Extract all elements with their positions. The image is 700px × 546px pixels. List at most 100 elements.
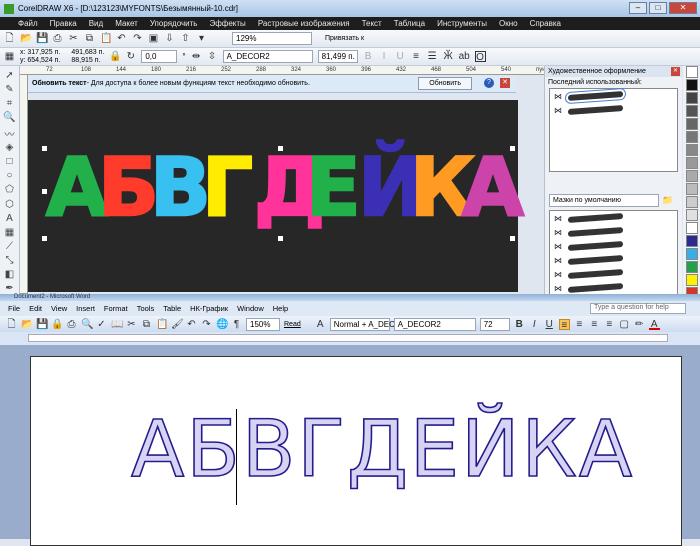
dimension-tool-icon[interactable]: ⟋ bbox=[6, 241, 13, 252]
word-menu-item[interactable]: Format bbox=[104, 304, 128, 313]
font-size-select[interactable]: 81,499 п. bbox=[317, 50, 358, 63]
cut-icon[interactable]: ✂ bbox=[68, 33, 79, 44]
open-icon[interactable]: 📂 bbox=[20, 33, 32, 44]
close-docker-icon[interactable]: ✕ bbox=[671, 67, 680, 76]
help-search-input[interactable]: Type a question for help bbox=[590, 303, 686, 314]
recent-strokes-list[interactable]: ⋈ ⋈ bbox=[549, 86, 678, 172]
color-swatch[interactable] bbox=[685, 170, 698, 182]
bold-button[interactable]: B bbox=[514, 319, 525, 330]
align-left-icon[interactable]: ≡ bbox=[558, 318, 570, 331]
selection-handle[interactable] bbox=[42, 236, 47, 241]
show-formatting-icon[interactable]: ¶ bbox=[231, 319, 242, 330]
word-size-select[interactable]: 72 bbox=[479, 317, 510, 331]
stroke-item[interactable]: ⋈ bbox=[550, 211, 677, 225]
new-icon[interactable]: 🗋 bbox=[4, 33, 15, 44]
permission-icon[interactable]: 🔒 bbox=[51, 319, 63, 330]
color-swatch[interactable] bbox=[685, 66, 698, 78]
color-swatch[interactable] bbox=[685, 183, 698, 195]
drawing-canvas[interactable]: ✕ АБВГДЕЙКА bbox=[28, 100, 525, 292]
highlight-icon[interactable]: ✏ bbox=[634, 319, 645, 330]
word-ruler[interactable] bbox=[0, 332, 700, 345]
open-icon[interactable]: 📂 bbox=[21, 319, 33, 330]
corel-menu-item[interactable]: Файл bbox=[18, 19, 38, 28]
freehand-tool-icon[interactable]: 〰 bbox=[5, 126, 15, 141]
print-preview-icon[interactable]: 🔍 bbox=[81, 319, 93, 330]
corel-menu-item[interactable]: Таблица bbox=[394, 19, 425, 28]
table-tool-icon[interactable]: ▦ bbox=[5, 227, 14, 238]
brush-preset-select[interactable]: Мазки по умолчанию bbox=[549, 194, 659, 207]
paste-icon[interactable]: 📋 bbox=[156, 319, 168, 330]
word-menu-item[interactable]: НК-График bbox=[190, 304, 228, 313]
text-properties-icon[interactable]: Ӂ bbox=[443, 51, 454, 62]
selection-handle[interactable] bbox=[510, 236, 515, 241]
stroke-item[interactable]: ⋈ bbox=[550, 281, 677, 295]
import-icon[interactable]: ⇩ bbox=[164, 33, 175, 44]
rectangle-tool-icon[interactable]: □ bbox=[6, 156, 12, 167]
word-menu-item[interactable]: Table bbox=[163, 304, 181, 313]
corel-menu-item[interactable]: Упорядочить bbox=[150, 19, 198, 28]
zoom-tool-icon[interactable]: 🔍 bbox=[3, 112, 15, 123]
color-swatch[interactable] bbox=[685, 118, 698, 130]
color-swatch[interactable] bbox=[685, 248, 698, 260]
color-swatch[interactable] bbox=[685, 157, 698, 169]
help-icon[interactable]: ? bbox=[484, 78, 494, 88]
bold-icon[interactable]: B bbox=[363, 51, 374, 62]
word-menu-item[interactable]: Edit bbox=[29, 304, 42, 313]
vertical-ruler[interactable] bbox=[20, 75, 28, 294]
basic-shapes-icon[interactable]: ⬡ bbox=[5, 199, 14, 210]
color-swatch[interactable] bbox=[685, 92, 698, 104]
undo-icon[interactable]: ↶ bbox=[116, 33, 127, 44]
canvas-letter[interactable]: Г bbox=[201, 146, 254, 229]
redo-icon[interactable]: ↷ bbox=[132, 33, 143, 44]
canvas-letter[interactable]: А bbox=[461, 146, 525, 229]
underline-button[interactable]: U bbox=[544, 319, 555, 330]
print-icon[interactable]: ⎙ bbox=[52, 33, 63, 44]
mirror-horizontal-icon[interactable]: ⇹ bbox=[191, 51, 202, 62]
ellipse-tool-icon[interactable]: ○ bbox=[6, 170, 12, 181]
stroke-item[interactable]: ⋈ bbox=[550, 225, 677, 239]
word-menu-item[interactable]: Window bbox=[237, 304, 264, 313]
stroke-item[interactable]: ⋈ bbox=[550, 267, 677, 281]
text-tool-icon[interactable]: A bbox=[6, 213, 13, 224]
rotation-angle-field[interactable]: 0,0 bbox=[141, 50, 178, 63]
update-button[interactable]: Обновить bbox=[418, 77, 472, 90]
word-menu-item[interactable]: View bbox=[51, 304, 67, 313]
save-icon[interactable]: 💾 bbox=[36, 319, 48, 330]
width-field[interactable]: 491,683 п. bbox=[71, 49, 104, 57]
font-color-icon[interactable]: A bbox=[648, 319, 660, 330]
stroke-item[interactable]: ⋈ bbox=[550, 103, 677, 117]
research-icon[interactable]: 📖 bbox=[111, 319, 123, 330]
x-position-field[interactable]: x: 317,925 п. bbox=[20, 49, 60, 57]
word-menu-item[interactable]: Tools bbox=[137, 304, 155, 313]
edit-text-icon[interactable]: ab bbox=[459, 51, 470, 62]
stroke-item[interactable]: ⋈ bbox=[550, 86, 677, 106]
corel-menu-item[interactable]: Текст bbox=[362, 19, 382, 28]
font-list-select[interactable]: A_DECOR2 bbox=[222, 50, 313, 63]
align-center-icon[interactable]: ≡ bbox=[574, 319, 585, 330]
undo-icon[interactable]: ↶ bbox=[186, 319, 197, 330]
color-swatch[interactable] bbox=[685, 196, 698, 208]
eyedropper-tool-icon[interactable]: ✒ bbox=[5, 283, 13, 294]
word-menu-item[interactable]: File bbox=[8, 304, 20, 313]
canvas-letter[interactable]: Е bbox=[305, 146, 362, 229]
snap-to-button[interactable]: Привязать к bbox=[325, 35, 364, 42]
export-icon[interactable]: ⇧ bbox=[180, 33, 191, 44]
bullets-icon[interactable]: ☰ bbox=[427, 51, 438, 62]
corel-menu-item[interactable]: Макет bbox=[115, 19, 138, 28]
style-select[interactable]: Normal + A_DECOI bbox=[329, 317, 403, 331]
hyperlink-icon[interactable]: 🌐 bbox=[216, 319, 228, 330]
underline-icon[interactable]: U bbox=[395, 51, 406, 62]
launcher-icon[interactable]: ▾ bbox=[196, 33, 207, 44]
close-button[interactable]: ✕ bbox=[669, 2, 697, 14]
word-page[interactable]: АБВГДЕЙКА bbox=[30, 356, 682, 546]
word-menu-item[interactable]: Insert bbox=[76, 304, 95, 313]
format-painter-icon[interactable]: 🖌 bbox=[171, 319, 184, 330]
corel-menu-item[interactable]: Инструменты bbox=[437, 19, 487, 28]
save-icon[interactable]: 💾 bbox=[36, 33, 48, 44]
color-swatch[interactable] bbox=[685, 222, 698, 234]
word-zoom-select[interactable]: 150% bbox=[246, 317, 280, 331]
word-menu-item[interactable]: Help bbox=[273, 304, 288, 313]
color-swatch[interactable] bbox=[685, 79, 698, 91]
corel-menu-item[interactable]: Справка bbox=[530, 19, 561, 28]
selection-handle[interactable] bbox=[278, 236, 283, 241]
